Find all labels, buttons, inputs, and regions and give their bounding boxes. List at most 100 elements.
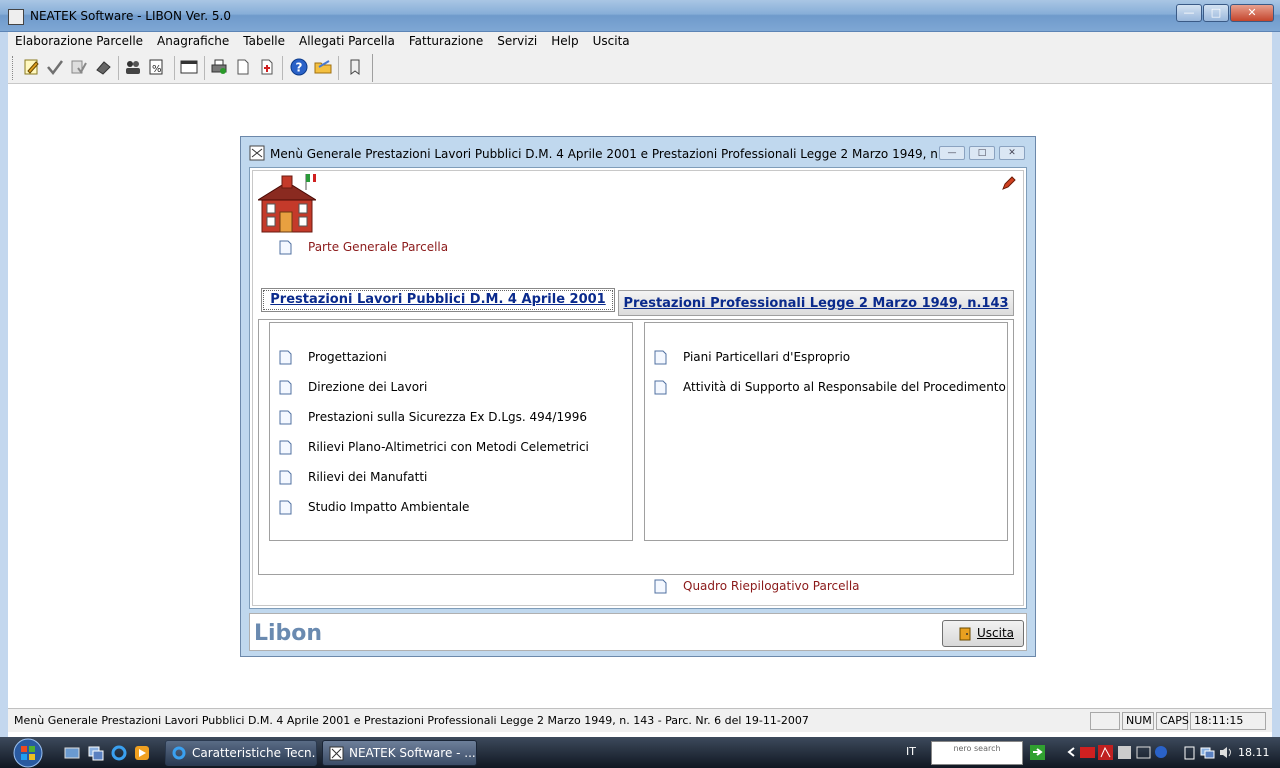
status-cell-empty — [1090, 712, 1120, 730]
sicurezza-link[interactable]: Prestazioni sulla Sicurezza Ex D.Lgs. 49… — [279, 408, 587, 426]
dialog-minimize-button[interactable]: — — [939, 146, 965, 160]
libon-logo: Libon — [254, 621, 322, 646]
switch-windows-icon[interactable] — [88, 745, 104, 761]
sicurezza-label: Prestazioni sulla Sicurezza Ex D.Lgs. 49… — [308, 410, 588, 424]
menu-anagrafiche[interactable]: Anagrafiche — [150, 32, 236, 52]
rilievi-plano-altimetrici-link[interactable]: Rilievi Plano-Altimetrici con Metodi Cel… — [279, 438, 589, 456]
quadro-riepilogativo-link[interactable]: Quadro Riepilogativo Parcella — [654, 577, 860, 595]
menu-fatturazione[interactable]: Fatturazione — [402, 32, 490, 52]
dialog-title: Menù Generale Prestazioni Lavori Pubblic… — [270, 147, 938, 161]
menu-servizi[interactable]: Servizi — [490, 32, 544, 52]
tray-app-icon[interactable] — [1117, 745, 1132, 760]
start-button-icon[interactable] — [8, 737, 48, 768]
document-icon — [654, 579, 667, 593]
bluetooth-icon[interactable] — [1154, 745, 1169, 760]
document-icon — [279, 410, 292, 424]
rilievi-plano-altimetrici-label: Rilievi Plano-Altimetrici con Metodi Cel… — [308, 440, 589, 454]
parte-generale-link[interactable]: Parte Generale Parcella — [279, 238, 448, 256]
toolbar-separator — [174, 56, 175, 80]
bookmark-icon[interactable] — [346, 58, 364, 76]
tab-lavori-pubblici-label: Prestazioni Lavori Pubblici D.M. 4 April… — [270, 292, 606, 307]
eraser-icon[interactable] — [94, 58, 112, 76]
toolbar-separator — [338, 56, 339, 80]
folder-icon[interactable] — [314, 58, 332, 76]
report-icon[interactable]: % — [148, 58, 166, 76]
language-indicator[interactable]: IT — [906, 745, 916, 758]
edit-icon[interactable] — [22, 58, 40, 76]
chevron-left-icon[interactable] — [1064, 745, 1079, 760]
nero-search-box[interactable]: nero search — [931, 741, 1023, 765]
check-icon[interactable] — [46, 58, 64, 76]
dialog-app-icon — [249, 145, 265, 161]
dialog-footer: Libon Uscita — [249, 613, 1027, 651]
toolbar-grip[interactable] — [12, 56, 15, 80]
maximize-button[interactable]: □ — [1203, 4, 1229, 22]
progettazioni-link[interactable]: Progettazioni — [279, 348, 387, 366]
print-icon[interactable] — [210, 58, 228, 76]
window-title: NEATEK Software - LIBON Ver. 5.0 — [30, 9, 231, 23]
battery-icon[interactable] — [1182, 745, 1197, 760]
toolbar: % ? — [8, 52, 1272, 84]
show-desktop-icon[interactable] — [64, 745, 80, 761]
direzione-lavori-label: Direzione dei Lavori — [308, 380, 428, 394]
close-button[interactable]: ✕ — [1230, 4, 1274, 22]
pencil-icon[interactable] — [1002, 176, 1016, 190]
lavori-pubblici-panel: Progettazioni Direzione dei Lavori Prest… — [269, 322, 633, 541]
window-frame-left — [0, 32, 8, 740]
acrobat-icon[interactable] — [1098, 745, 1113, 760]
document-icon — [279, 240, 292, 254]
help-icon[interactable]: ? — [290, 58, 308, 76]
uscita-button[interactable]: Uscita — [942, 620, 1024, 647]
tray-window-icon[interactable] — [1136, 745, 1151, 760]
prestazioni-professionali-panel: Piani Particellari d'Esproprio Attività … — [644, 322, 1008, 541]
document-icon — [654, 350, 667, 364]
attivita-supporto-link[interactable]: Attività di Supporto al Responsabile del… — [654, 378, 1006, 396]
taskbar-clock[interactable]: 18.11 — [1238, 746, 1270, 759]
network-icon[interactable] — [1200, 745, 1215, 760]
window-frame-right — [1272, 32, 1280, 740]
menu-tabelle[interactable]: Tabelle — [236, 32, 292, 52]
uscita-label: Uscita — [977, 626, 1015, 640]
taskbar-item-caratteristiche-label: Caratteristiche Tecn... — [192, 746, 317, 760]
studio-impatto-ambientale-link[interactable]: Studio Impatto Ambientale — [279, 498, 469, 516]
media-player-icon[interactable] — [134, 745, 150, 761]
people-icon[interactable] — [124, 58, 142, 76]
attivita-supporto-label: Attività di Supporto al Responsabile del… — [683, 380, 1006, 394]
window-icon[interactable] — [180, 58, 198, 76]
door-exit-icon — [959, 627, 971, 641]
page-icon[interactable] — [234, 58, 252, 76]
menu-allegati-parcella[interactable]: Allegati Parcella — [292, 32, 402, 52]
ati-icon[interactable] — [1080, 745, 1095, 760]
export-icon[interactable] — [258, 58, 276, 76]
status-message: Menù Generale Prestazioni Lavori Pubblic… — [14, 714, 809, 727]
piani-particellari-label: Piani Particellari d'Esproprio — [683, 350, 851, 364]
minimize-button[interactable]: — — [1176, 4, 1202, 22]
rilievi-manufatti-label: Rilievi dei Manufatti — [308, 470, 428, 484]
document-icon — [279, 440, 292, 454]
direzione-lavori-link[interactable]: Direzione dei Lavori — [279, 378, 427, 396]
libon-logo-text: Libon — [254, 621, 322, 646]
window-controls: — □ ✕ — [1175, 4, 1274, 22]
toolbar-separator — [282, 56, 283, 80]
internet-explorer-icon[interactable] — [111, 745, 127, 761]
dialog-close-button[interactable]: ✕ — [999, 146, 1025, 160]
menu-help[interactable]: Help — [544, 32, 585, 52]
volume-icon[interactable] — [1218, 745, 1233, 760]
dialog-maximize-button[interactable]: □ — [969, 146, 995, 160]
toolbar-separator — [204, 56, 205, 80]
tab-prestazioni-professionali[interactable]: Prestazioni Professionali Legge 2 Marzo … — [618, 290, 1014, 316]
piani-particellari-link[interactable]: Piani Particellari d'Esproprio — [654, 348, 850, 366]
rilievi-manufatti-link[interactable]: Rilievi dei Manufatti — [279, 468, 427, 486]
taskbar: Caratteristiche Tecn... NEATEK Software … — [0, 737, 1280, 768]
check-gray-icon[interactable] — [70, 58, 88, 76]
taskbar-item-neatek[interactable]: NEATEK Software - ... — [322, 740, 477, 766]
menu-elaborazione-parcelle[interactable]: Elaborazione Parcelle — [8, 32, 150, 52]
tab-lavori-pubblici[interactable]: Prestazioni Lavori Pubblici D.M. 4 April… — [261, 288, 615, 312]
svg-text:?: ? — [296, 61, 303, 75]
menu-bar: Elaborazione Parcelle Anagrafiche Tabell… — [8, 32, 1272, 52]
arrow-go-icon[interactable] — [1030, 745, 1045, 760]
taskbar-item-caratteristiche[interactable]: Caratteristiche Tecn... — [165, 740, 317, 766]
status-caps: CAPS — [1156, 712, 1189, 730]
svg-text:%: % — [152, 64, 162, 75]
menu-uscita[interactable]: Uscita — [586, 32, 637, 52]
